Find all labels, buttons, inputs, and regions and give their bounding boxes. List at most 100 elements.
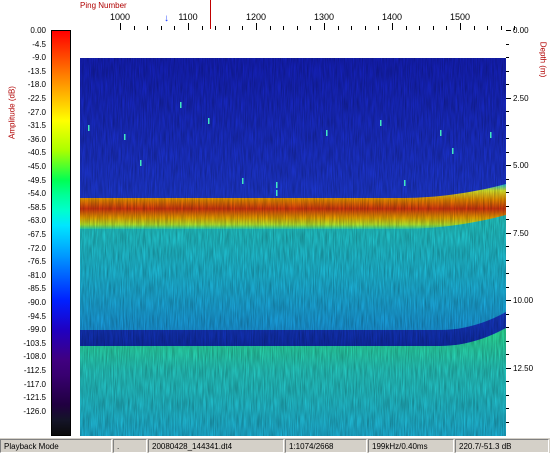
depth-minor-tick: [506, 340, 509, 342]
depth-minor-tick: [506, 313, 509, 315]
amplitude-tick-label: -72.0: [27, 243, 46, 253]
ping-tick: [324, 23, 325, 30]
amplitude-tick-label: -13.5: [27, 66, 46, 76]
ping-tick: [256, 23, 257, 30]
depth-minor-tick: [506, 286, 509, 288]
depth-tick: [506, 165, 511, 166]
fish-echo-target: [88, 125, 90, 131]
depth-minor-tick: [506, 43, 509, 45]
echo-noise-texture: [80, 58, 506, 436]
amplitude-tick-label: -31.5: [27, 121, 46, 131]
depth-minor-tick: [506, 246, 509, 247]
depth-tick: [506, 97, 511, 99]
amplitude-color-scale: [51, 30, 71, 436]
fish-echo-target: [326, 130, 328, 136]
amplitude-tick-label: -58.5: [27, 202, 46, 212]
depth-axis-title-text: Depth (m): [538, 41, 548, 78]
ping-tick-label: 1100: [178, 12, 198, 22]
depth-axis: 0.00 2.50 5.00 7.50 10.00 12.50: [506, 26, 536, 436]
fish-echo-target: [140, 160, 142, 166]
ping-marker-arrow-icon[interactable]: ↓: [164, 14, 169, 24]
amplitude-tick-label: -27.0: [27, 107, 46, 117]
amplitude-tick-label: -108.0: [23, 352, 46, 362]
depth-minor-tick: [506, 84, 509, 85]
depth-minor-tick: [506, 205, 509, 207]
ping-tick-label: 1000: [109, 12, 131, 22]
amplitude-tick-label: -94.5: [27, 311, 46, 321]
amplitude-tick-label: -90.0: [27, 298, 46, 307]
depth-minor-tick: [506, 381, 509, 382]
status-file-name: 20080428_144341.dt4: [148, 439, 284, 453]
depth-minor-tick: [506, 124, 509, 126]
fish-echo-target: [440, 130, 442, 136]
depth-minor-tick: [506, 394, 509, 396]
depth-minor-tick: [506, 138, 509, 139]
status-dot: .: [113, 439, 147, 453]
fish-echo-target: [242, 178, 244, 184]
depth-minor-tick: [506, 151, 509, 153]
status-reading: 220.7/-51.3 dB: [455, 439, 549, 453]
amplitude-tick-label: -40.5: [27, 148, 46, 158]
amplitude-tick-label: 0.00: [30, 26, 46, 35]
amplitude-tick-label: -67.5: [27, 230, 46, 239]
depth-axis-title: Depth (m): [536, 30, 550, 90]
amplitude-tick-label: -112.5: [23, 366, 46, 375]
status-frequency: 199kHz/0.40ms: [368, 439, 454, 453]
amplitude-tick-label: -76.5: [27, 257, 46, 267]
amplitude-tick-label: -85.5: [27, 284, 46, 294]
amplitude-tick-label: -4.5: [32, 39, 46, 49]
fish-echo-target: [490, 132, 492, 138]
fish-echo-target: [208, 118, 210, 124]
depth-minor-tick: [506, 57, 509, 58]
amplitude-tick-label: -22.5: [27, 94, 46, 103]
echogram-display[interactable]: [80, 30, 506, 436]
amplitude-axis-labels: 0.00 -4.5 -9.0 -13.5 -18.0 -22.5 -27.0 -31.5 -36…: [12, 26, 46, 436]
ping-cursor-line[interactable]: [210, 0, 211, 29]
amplitude-tick-label: -49.5: [27, 175, 46, 185]
amplitude-tick-label: -9.0: [32, 53, 46, 63]
depth-minor-tick: [506, 178, 509, 180]
amplitude-tick-label: -63.0: [27, 216, 46, 226]
depth-tick: [506, 232, 511, 234]
ping-axis: 1000 1100 1200 1300 1400 1500: [80, 0, 516, 30]
depth-minor-tick: [506, 408, 509, 409]
fish-echo-target: [404, 180, 406, 186]
ping-tick: [120, 23, 121, 30]
depth-minor-tick: [506, 273, 509, 274]
depth-tick-label: 10.00: [513, 296, 534, 305]
amplitude-tick-label: -36.0: [27, 134, 46, 144]
fish-echo-target: [452, 148, 454, 154]
depth-tick-label: 12.50: [513, 363, 534, 373]
ping-tick: [392, 23, 393, 30]
depth-minor-tick: [506, 192, 509, 193]
depth-tick: [506, 30, 511, 31]
depth-minor-tick: [506, 111, 509, 112]
amplitude-tick-label: -99.0: [27, 325, 46, 335]
depth-minor-tick: [506, 327, 509, 328]
echogram-window: Amplitude (dB) 0.00 -4.5 -9.0 -13.5 -18.0 -22…: [0, 0, 550, 453]
ping-tick-label: 1200: [245, 12, 267, 22]
fish-echo-target: [124, 134, 126, 140]
fish-echo-target: [380, 120, 382, 126]
amplitude-tick-label: -18.0: [27, 80, 46, 90]
amplitude-tick-label: -121.5: [23, 393, 46, 403]
ping-tick-label: 1500: [449, 12, 471, 22]
fish-echo-target: [276, 190, 278, 196]
depth-minor-tick: [506, 354, 509, 355]
depth-tick-label: 2.50: [513, 93, 529, 103]
ping-tick: [460, 23, 461, 30]
depth-tick-label: 7.50: [513, 228, 529, 238]
amplitude-tick-label: -103.5: [23, 338, 46, 348]
status-ping-position: 1:1074/2668: [285, 439, 367, 453]
ping-tick: [188, 23, 189, 30]
depth-minor-tick: [506, 219, 509, 220]
depth-minor-tick: [506, 421, 509, 423]
amplitude-tick-label: -45.0: [27, 162, 46, 171]
depth-tick: [506, 367, 511, 369]
fish-echo-target: [180, 102, 182, 108]
amplitude-tick-label: -81.0: [27, 270, 46, 280]
depth-minor-tick: [506, 70, 509, 72]
status-bar: Playback Mode . 20080428_144341.dt4 1:10…: [0, 437, 550, 453]
amplitude-tick-label: -126.0: [23, 406, 46, 416]
ping-tick-label: 1400: [381, 12, 403, 22]
